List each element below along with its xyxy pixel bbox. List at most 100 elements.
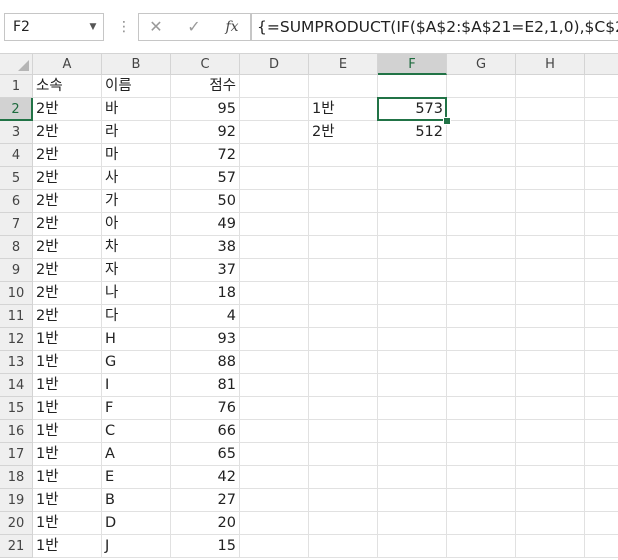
cell-f1[interactable] xyxy=(378,75,447,98)
cell-f6[interactable] xyxy=(378,190,447,213)
cell-h4[interactable] xyxy=(516,144,585,167)
cell-g9[interactable] xyxy=(447,259,516,282)
cell-f3[interactable]: 512 xyxy=(378,121,447,144)
cell-a9[interactable]: 2반 xyxy=(33,259,102,282)
cell-e3[interactable]: 2반 xyxy=(309,121,378,144)
cancel-icon[interactable]: ✕ xyxy=(139,14,173,40)
cell-b18[interactable]: E xyxy=(102,466,171,489)
row-header-20[interactable]: 20 xyxy=(0,512,33,535)
cell-a14[interactable]: 1반 xyxy=(33,374,102,397)
cell-e1[interactable] xyxy=(309,75,378,98)
cell-c7[interactable]: 49 xyxy=(171,213,240,236)
cell-f5[interactable] xyxy=(378,167,447,190)
row-header-1[interactable]: 1 xyxy=(0,75,33,98)
cell-a5[interactable]: 2반 xyxy=(33,167,102,190)
cell-d7[interactable] xyxy=(240,213,309,236)
row-header-8[interactable]: 8 xyxy=(0,236,33,259)
row-header-2[interactable]: 2 xyxy=(0,98,33,121)
cell-g5[interactable] xyxy=(447,167,516,190)
cell-f20[interactable] xyxy=(378,512,447,535)
cell-c13[interactable]: 88 xyxy=(171,351,240,374)
cell-b20[interactable]: D xyxy=(102,512,171,535)
cell-a19[interactable]: 1반 xyxy=(33,489,102,512)
cell-h1[interactable] xyxy=(516,75,585,98)
cell-h14[interactable] xyxy=(516,374,585,397)
cell-b2[interactable]: 바 xyxy=(102,98,171,121)
cell-h13[interactable] xyxy=(516,351,585,374)
cell-c5[interactable]: 57 xyxy=(171,167,240,190)
row-header-12[interactable]: 12 xyxy=(0,328,33,351)
column-header-h[interactable]: H xyxy=(516,54,585,75)
cell-b9[interactable]: 자 xyxy=(102,259,171,282)
cell-d12[interactable] xyxy=(240,328,309,351)
cell-b15[interactable]: F xyxy=(102,397,171,420)
cell-h7[interactable] xyxy=(516,213,585,236)
cell-h15[interactable] xyxy=(516,397,585,420)
cell-d9[interactable] xyxy=(240,259,309,282)
cell-a20[interactable]: 1반 xyxy=(33,512,102,535)
cell-d21[interactable] xyxy=(240,535,309,558)
cell-a1[interactable]: 소속 xyxy=(33,75,102,98)
row-header-5[interactable]: 5 xyxy=(0,167,33,190)
cell-d4[interactable] xyxy=(240,144,309,167)
cell-d3[interactable] xyxy=(240,121,309,144)
cell-g3[interactable] xyxy=(447,121,516,144)
cell-a15[interactable]: 1반 xyxy=(33,397,102,420)
cell-d14[interactable] xyxy=(240,374,309,397)
cell-a12[interactable]: 1반 xyxy=(33,328,102,351)
cell-a3[interactable]: 2반 xyxy=(33,121,102,144)
cell-c21[interactable]: 15 xyxy=(171,535,240,558)
cell-e12[interactable] xyxy=(309,328,378,351)
column-header-d[interactable]: D xyxy=(240,54,309,75)
cell-a10[interactable]: 2반 xyxy=(33,282,102,305)
cell-c20[interactable]: 20 xyxy=(171,512,240,535)
cell-a6[interactable]: 2반 xyxy=(33,190,102,213)
cell-f7[interactable] xyxy=(378,213,447,236)
cell-f14[interactable] xyxy=(378,374,447,397)
row-header-19[interactable]: 19 xyxy=(0,489,33,512)
cell-d5[interactable] xyxy=(240,167,309,190)
cell-e9[interactable] xyxy=(309,259,378,282)
cell-d11[interactable] xyxy=(240,305,309,328)
row-header-17[interactable]: 17 xyxy=(0,443,33,466)
column-header-a[interactable]: A xyxy=(33,54,102,75)
row-header-4[interactable]: 4 xyxy=(0,144,33,167)
cell-h2[interactable] xyxy=(516,98,585,121)
cell-b19[interactable]: B xyxy=(102,489,171,512)
insert-function-icon[interactable]: fx xyxy=(215,14,249,40)
cell-a7[interactable]: 2반 xyxy=(33,213,102,236)
cell-e19[interactable] xyxy=(309,489,378,512)
cell-g16[interactable] xyxy=(447,420,516,443)
cell-h20[interactable] xyxy=(516,512,585,535)
cell-f4[interactable] xyxy=(378,144,447,167)
cell-h5[interactable] xyxy=(516,167,585,190)
cell-a11[interactable]: 2반 xyxy=(33,305,102,328)
cell-f8[interactable] xyxy=(378,236,447,259)
cell-b13[interactable]: G xyxy=(102,351,171,374)
cell-d8[interactable] xyxy=(240,236,309,259)
column-header-g[interactable]: G xyxy=(447,54,516,75)
cell-e4[interactable] xyxy=(309,144,378,167)
cell-g10[interactable] xyxy=(447,282,516,305)
cell-f13[interactable] xyxy=(378,351,447,374)
cell-e10[interactable] xyxy=(309,282,378,305)
cell-e18[interactable] xyxy=(309,466,378,489)
cell-d2[interactable] xyxy=(240,98,309,121)
cell-g1[interactable] xyxy=(447,75,516,98)
column-header-e[interactable]: E xyxy=(309,54,378,75)
cell-h12[interactable] xyxy=(516,328,585,351)
cell-g8[interactable] xyxy=(447,236,516,259)
cell-a2[interactable]: 2반 xyxy=(33,98,102,121)
cell-c4[interactable]: 72 xyxy=(171,144,240,167)
cell-b14[interactable]: I xyxy=(102,374,171,397)
row-header-15[interactable]: 15 xyxy=(0,397,33,420)
cell-e14[interactable] xyxy=(309,374,378,397)
cell-c10[interactable]: 18 xyxy=(171,282,240,305)
cell-e7[interactable] xyxy=(309,213,378,236)
cell-f18[interactable] xyxy=(378,466,447,489)
cell-c11[interactable]: 4 xyxy=(171,305,240,328)
cell-b17[interactable]: A xyxy=(102,443,171,466)
cell-h8[interactable] xyxy=(516,236,585,259)
cell-d19[interactable] xyxy=(240,489,309,512)
row-header-18[interactable]: 18 xyxy=(0,466,33,489)
